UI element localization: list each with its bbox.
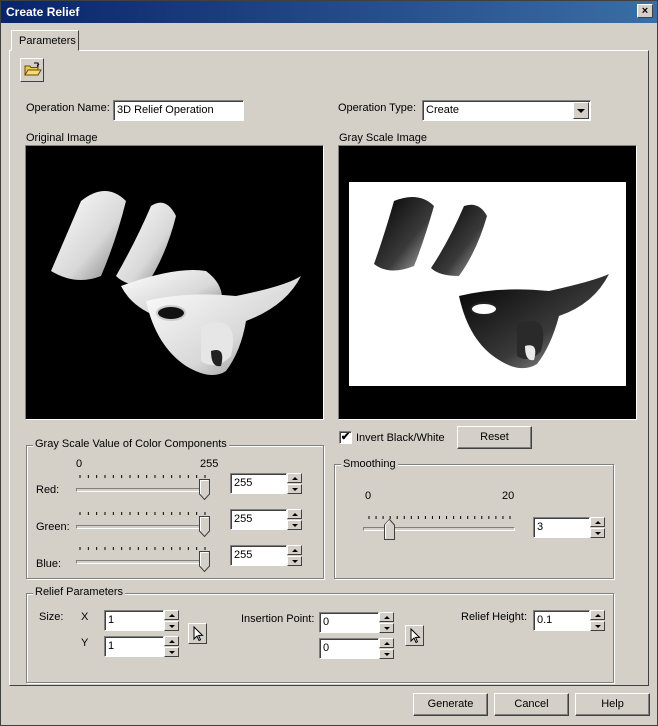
red-slider-thumb[interactable] — [199, 479, 210, 501]
spin-down-icon[interactable] — [590, 528, 605, 538]
green-slider-ticks — [79, 512, 206, 515]
spin-down-icon[interactable] — [379, 649, 394, 659]
blue-spinner[interactable] — [287, 545, 302, 566]
cursor-arrow-icon — [193, 625, 204, 642]
blue-label: Blue: — [36, 558, 62, 570]
size-x-label: X — [81, 611, 89, 623]
spin-up-icon[interactable] — [379, 612, 394, 622]
operation-type-label: Operation Type: — [338, 102, 417, 114]
smoothing-min-label: 0 — [365, 490, 372, 502]
relief-height-label: Relief Height: — [461, 611, 528, 623]
insertion-point-input-1[interactable]: 0 — [319, 612, 379, 633]
close-button[interactable]: × — [637, 4, 653, 18]
spin-down-icon[interactable] — [164, 621, 179, 631]
blue-slider-thumb[interactable] — [199, 551, 210, 573]
spin-up-icon[interactable] — [287, 509, 302, 519]
create-relief-dialog: Create Relief × Parameters Operation Nam… — [0, 0, 658, 726]
size-y-input[interactable]: 1 — [104, 636, 164, 657]
red-label: Red: — [36, 484, 60, 496]
gray-scale-max-label: 255 — [200, 458, 219, 470]
tab-parameters[interactable]: Parameters — [11, 30, 79, 51]
relief-height-spinner[interactable] — [590, 610, 605, 631]
invert-checkbox[interactable]: ✔ — [339, 431, 352, 444]
operation-type-select[interactable]: Create — [422, 100, 591, 121]
smoothing-value-input[interactable]: 3 — [533, 517, 590, 538]
spin-up-icon[interactable] — [590, 517, 605, 527]
spin-up-icon[interactable] — [590, 610, 605, 620]
spin-up-icon[interactable] — [287, 473, 302, 483]
size-y-label: Y — [81, 637, 89, 649]
size-x-spinner[interactable] — [164, 610, 179, 631]
operation-name-label: Operation Name: — [26, 102, 110, 114]
spin-down-icon[interactable] — [287, 556, 302, 566]
insertion-point-input-2[interactable]: 0 — [319, 638, 379, 659]
smoothing-group-title: Smoothing — [341, 458, 398, 470]
original-image-label: Original Image — [26, 132, 98, 144]
size-x-input[interactable]: 1 — [104, 610, 164, 631]
red-spinner[interactable] — [287, 473, 302, 494]
green-slider-track[interactable] — [76, 525, 210, 529]
spin-down-icon[interactable] — [379, 623, 394, 633]
cancel-button[interactable]: Cancel — [494, 693, 569, 716]
red-value-input[interactable]: 255 — [230, 473, 287, 494]
green-value-input[interactable]: 255 — [230, 509, 287, 530]
blue-slider-ticks — [79, 547, 206, 550]
spin-up-icon[interactable] — [164, 610, 179, 620]
size-label: Size: — [39, 611, 64, 623]
title-bar[interactable]: Create Relief × — [1, 1, 657, 23]
insertion-point-spinner-2[interactable] — [379, 638, 394, 659]
spin-down-icon[interactable] — [164, 647, 179, 657]
help-button[interactable]: Help — [575, 693, 650, 716]
blue-slider-track[interactable] — [76, 560, 210, 564]
operation-type-value: Create — [426, 104, 460, 116]
green-spinner[interactable] — [287, 509, 302, 530]
gray-scale-group-title: Gray Scale Value of Color Components — [33, 438, 229, 450]
grayscale-image-label: Gray Scale Image — [339, 132, 428, 144]
reset-button[interactable]: Reset — [457, 426, 532, 449]
spin-down-icon[interactable] — [287, 520, 302, 530]
green-slider-thumb[interactable] — [199, 516, 210, 538]
smoothing-spinner[interactable] — [590, 517, 605, 538]
spin-up-icon[interactable] — [287, 545, 302, 555]
relief-parameters-group-title: Relief Parameters — [33, 586, 126, 598]
insertion-point-spinner-1[interactable] — [379, 612, 394, 633]
grayscale-image — [338, 145, 637, 420]
spin-up-icon[interactable] — [164, 636, 179, 646]
red-slider-ticks — [79, 475, 206, 478]
green-label: Green: — [36, 521, 70, 533]
generate-button[interactable]: Generate — [413, 693, 488, 716]
original-image — [25, 145, 324, 420]
red-slider-track[interactable] — [76, 488, 210, 492]
operation-name-input[interactable]: 3D Relief Operation — [113, 100, 244, 121]
blue-value-input[interactable]: 255 — [230, 545, 287, 566]
relief-height-input[interactable]: 0.1 — [533, 610, 590, 631]
spin-down-icon[interactable] — [287, 484, 302, 494]
pick-insertion-point-button[interactable] — [405, 625, 424, 646]
invert-label: Invert Black/White — [356, 432, 445, 444]
chevron-down-icon[interactable] — [573, 102, 589, 119]
size-y-spinner[interactable] — [164, 636, 179, 657]
insertion-point-label: Insertion Point: — [241, 613, 315, 625]
tab-parameters-label: Parameters — [19, 35, 76, 47]
spin-up-icon[interactable] — [379, 638, 394, 648]
open-file-button[interactable] — [20, 58, 44, 82]
smoothing-max-label: 20 — [502, 490, 515, 502]
smoothing-slider-thumb[interactable] — [384, 518, 396, 540]
pick-size-button[interactable] — [188, 623, 207, 644]
window-title: Create Relief — [6, 5, 80, 19]
gray-scale-min-label: 0 — [76, 458, 83, 470]
cursor-arrow-icon — [410, 627, 421, 644]
open-folder-icon — [24, 62, 42, 76]
spin-down-icon[interactable] — [590, 621, 605, 631]
